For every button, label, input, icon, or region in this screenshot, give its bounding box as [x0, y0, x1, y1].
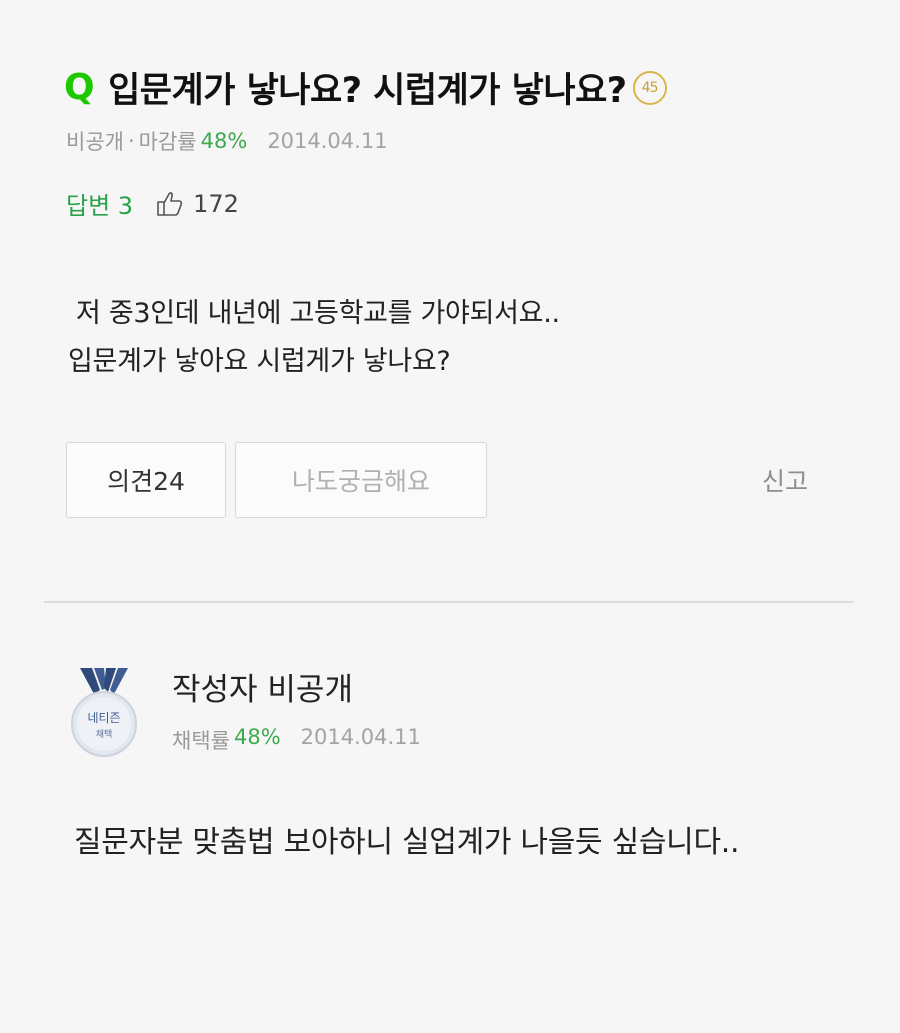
question-body-line: 저 중3인데 내년에 고등학교를 가야되서요..	[76, 298, 560, 329]
opinion-button[interactable]: 의견24	[66, 442, 226, 518]
question-title: Q 입문계가 낳나요? 시럽계가 낳나요? 45	[64, 62, 667, 113]
meta-separator: ·	[127, 129, 135, 153]
question-title-text: 입문계가 낳나요? 시럽계가 낳나요?	[108, 71, 627, 111]
adopt-rate-value: 48%	[233, 725, 281, 749]
close-rate-value: 48%	[200, 129, 248, 153]
like-count: 172	[193, 189, 239, 218]
section-divider	[44, 601, 854, 603]
answer-meta: 채택률 48% 2014.04.11	[172, 725, 421, 755]
medal-text-top: 네티즌	[87, 711, 120, 725]
answer-date: 2014.04.11	[300, 725, 421, 749]
answer-author: 작성자 비공개	[172, 672, 353, 708]
question-body-line: 입문계가 낳아요 시럽게가 낳나요?	[68, 346, 451, 377]
q-icon: Q	[64, 67, 95, 108]
medal-text-bottom: 채택	[96, 729, 113, 740]
level-badge: 45	[632, 70, 667, 105]
close-rate-label: 마감률	[138, 130, 197, 154]
report-link[interactable]: 신고	[762, 462, 808, 498]
question-body: 저 중3인데 내년에 고등학교를 가야되서요.. 입문계가 낳아요 시럽게가 낳…	[68, 290, 560, 386]
question-date: 2014.04.11	[267, 129, 388, 153]
me-too-curious-button[interactable]: 나도궁금해요	[235, 442, 487, 518]
question-meta: 비공개 · 마감률 48% 2014.04.11	[66, 126, 388, 156]
netizen-medal-icon: 네티즌 채택	[71, 668, 137, 757]
question-author: 비공개	[66, 130, 124, 154]
answer-count-link[interactable]: 답변 3	[66, 186, 133, 221]
answers-like-row: 답변 3 172	[66, 186, 239, 221]
adopt-rate-label: 채택률	[172, 729, 230, 753]
answer-body: 질문자분 맞춤법 보아하니 실업계가 나을듯 싶습니다..	[74, 825, 740, 860]
thumbs-up-icon[interactable]	[155, 189, 185, 219]
